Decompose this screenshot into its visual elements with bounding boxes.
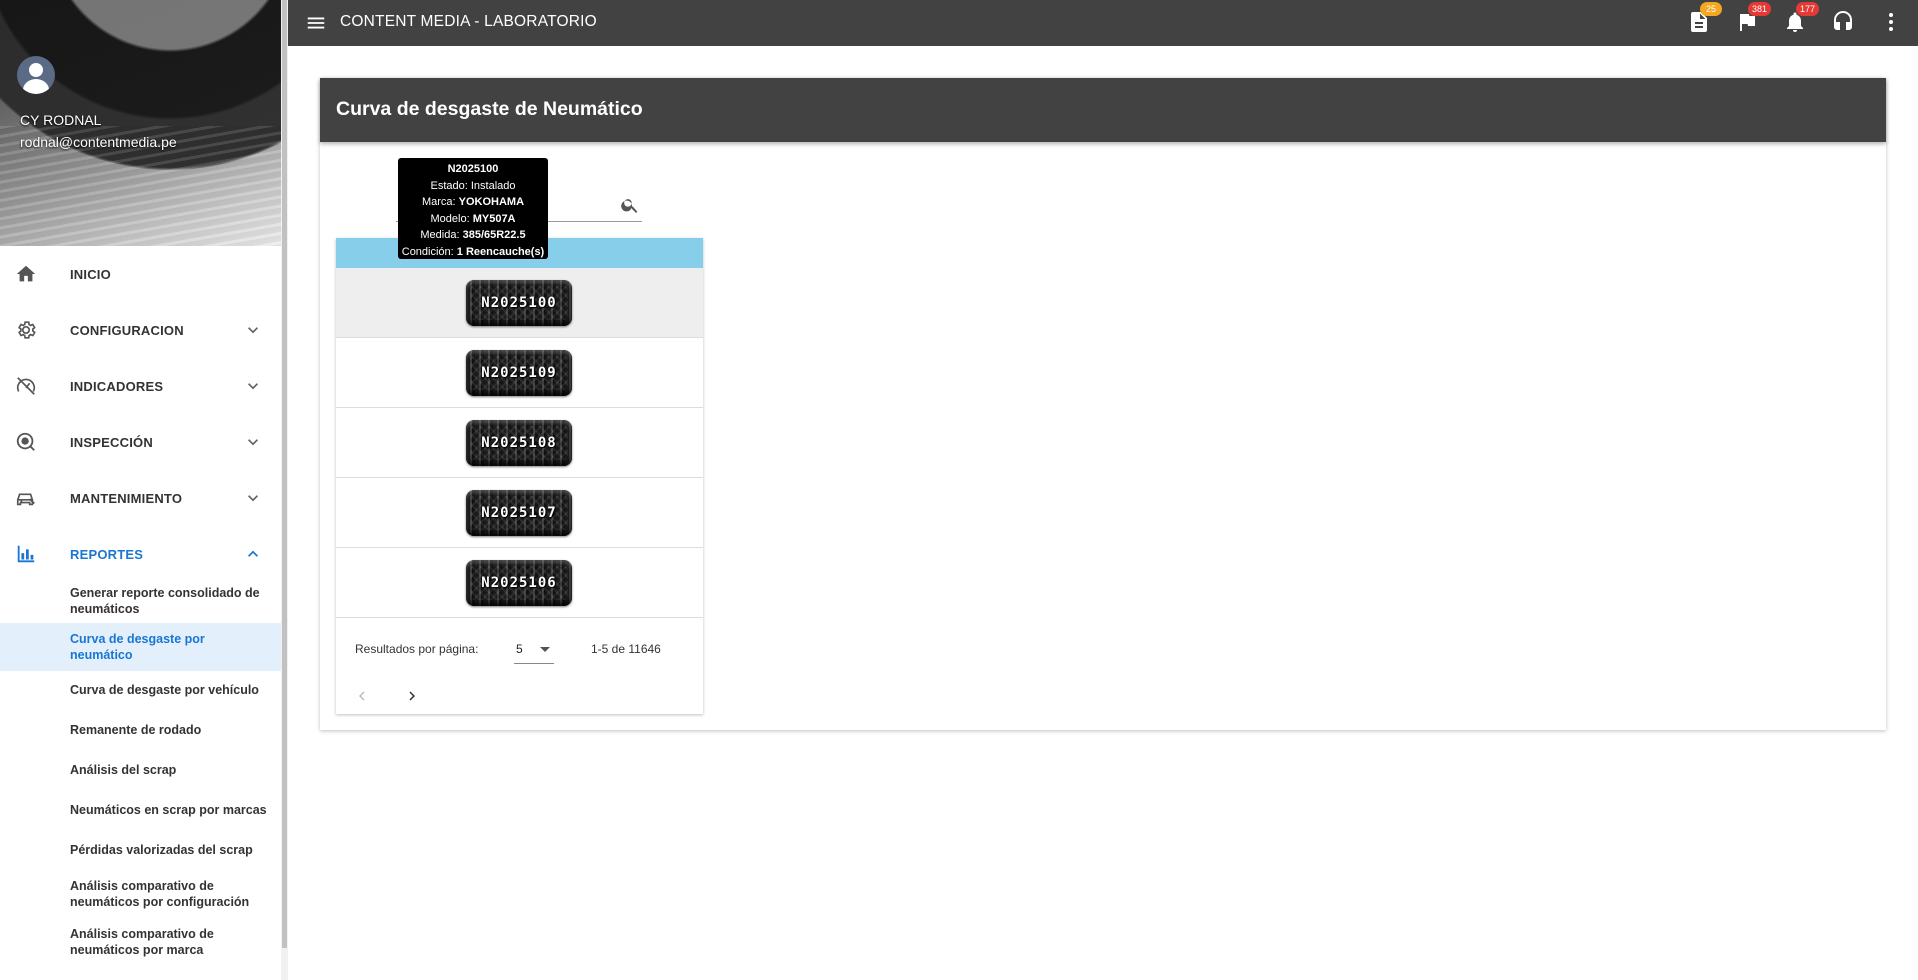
chevron-down-icon [243,432,263,452]
tooltip-condicion: 1 Reencauche(s) [456,245,545,258]
nav-label: INDICADORES [70,378,164,394]
tooltip-estado: Instalado [470,179,516,192]
gear-icon [14,318,38,342]
user-email: rodnal@contentmedia.pe [20,134,177,150]
tire-code: N2025100 [481,295,557,311]
pagination-range: 1-5 de 11646 [591,642,661,656]
next-page-button[interactable] [403,687,421,705]
tire-image[interactable]: N2025108 [466,420,572,466]
avatar[interactable] [17,56,55,94]
sidebar-scrollbar[interactable] [281,0,288,980]
chevron-down-icon [243,376,263,396]
app-title: CONTENT MEDIA - LABORATORIO [340,13,597,30]
report-item-comparativo-configuracion[interactable]: Análisis comparativo de neumáticos por c… [0,876,281,912]
nav-item-mantenimiento[interactable]: MANTENIMIENTO [0,476,281,520]
documents-badge: 25 [1700,2,1722,16]
table-row[interactable]: N2025108 [336,408,703,478]
nav-item-inspeccion[interactable]: INSPECCIÓN [0,420,281,464]
notifications-badge: 177 [1796,2,1820,16]
tire-code: N2025109 [481,365,557,381]
chevron-down-icon [243,488,263,508]
tire-code: N2025107 [481,505,557,521]
tire-code: N2025108 [481,435,557,451]
tire-image[interactable]: N2025106 [466,560,572,606]
report-item-curva-neumatico[interactable]: Curva de desgaste por neumático [0,623,281,671]
tooltip-medida: 385/65R22.5 [462,229,526,241]
report-item-consolidado[interactable]: Generar reporte consolidado de neumático… [0,582,281,620]
speedometer-icon [14,374,38,398]
more-vert-icon[interactable] [1879,10,1905,36]
tooltip-code: N2025100 [447,163,499,175]
nav-item-inicio[interactable]: INICIO [0,252,281,296]
tire-image[interactable]: N2025109 [466,350,572,396]
flags-badge: 381 [1748,2,1772,16]
car-repair-icon [14,486,38,510]
previous-page-button[interactable] [353,687,371,705]
menu-icon[interactable] [305,12,327,34]
sidebar: CY RODNAL rodnal@contentmedia.pe INICIO … [0,0,281,980]
nav-label: CONFIGURACION [70,322,184,338]
user-name: CY RODNAL [20,112,102,128]
tooltip-marca: YOKOHAMA [458,196,525,208]
top-app-bar: CONTENT MEDIA - LABORATORIO 25 381 177 [288,0,1918,46]
table-row[interactable]: N2025100 [336,268,703,338]
tire-image[interactable]: N2025107 [466,490,572,536]
tooltip-modelo: MY507A [472,212,516,225]
nav-item-configuracion[interactable]: CONFIGURACION [0,308,281,352]
tire-image[interactable]: N2025100 [466,280,572,326]
flag-icon[interactable]: 381 [1735,2,1772,36]
nav-item-indicadores[interactable]: INDICADORES [0,364,281,408]
report-item-perdidas-scrap[interactable]: Pérdidas valorizadas del scrap [0,840,281,860]
report-item-comparativo-marca[interactable]: Análisis comparativo de neumáticos por m… [0,924,281,960]
report-item-curva-vehiculo[interactable]: Curva de desgaste por vehículo [0,680,281,700]
chevron-down-icon [243,320,263,340]
table-row[interactable]: N2025109 [336,338,703,408]
nav-label: REPORTES [70,546,144,562]
chevron-up-icon [243,544,263,564]
document-icon[interactable]: 25 [1687,2,1722,36]
tire-tooltip: N2025100 Estado: Instalado Marca: YOKOHA… [398,158,548,259]
nav-label: INSPECCIÓN [70,434,153,450]
dropdown-arrow-icon [540,647,550,652]
table-row[interactable]: N2025107 [336,478,703,548]
report-item-remanente[interactable]: Remanente de rodado [0,720,281,740]
tires-table: N2025100 N2025109 N2025108 N2025107 N202… [336,238,703,714]
nav-label: MANTENIMIENTO [70,490,183,506]
bar-chart-icon [14,542,38,566]
table-row[interactable]: N2025106 [336,548,703,618]
rows-per-page-select[interactable]: 5 [514,634,554,664]
page-title: Curva de desgaste de Neumático [336,98,643,120]
search-icon[interactable] [620,195,640,215]
nav-label: INICIO [70,266,111,282]
tire-code: N2025106 [481,575,557,591]
card-header: Curva de desgaste de Neumático [320,78,1886,142]
report-item-scrap-marcas[interactable]: Neumáticos en scrap por marcas [0,800,281,820]
nav-item-reportes[interactable]: REPORTES [0,532,281,576]
rows-per-page-label: Resultados por página: [355,642,479,656]
profile-header: CY RODNAL rodnal@contentmedia.pe [0,0,281,246]
report-item-scrap[interactable]: Análisis del scrap [0,760,281,780]
inspection-icon [14,430,38,454]
bell-icon[interactable]: 177 [1783,2,1820,36]
home-icon [14,262,38,286]
headset-icon[interactable] [1831,10,1857,36]
